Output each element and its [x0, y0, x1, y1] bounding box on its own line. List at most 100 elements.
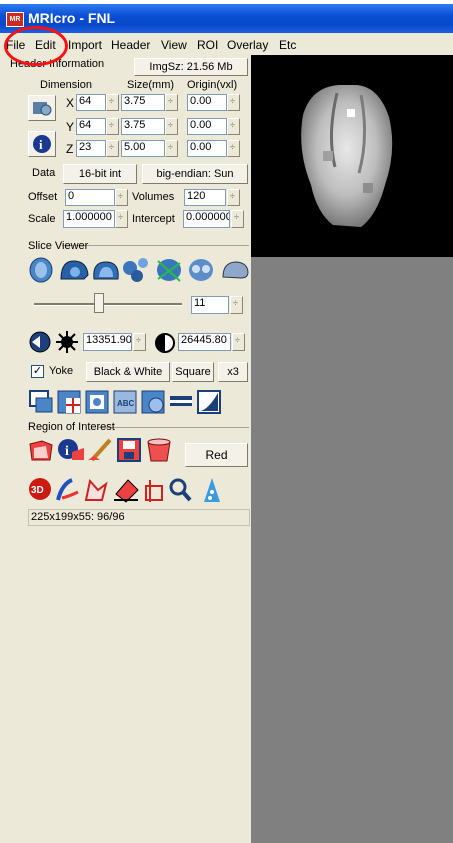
open-header-icon — [33, 102, 52, 116]
min-intensity-input[interactable]: 13351.90 — [83, 333, 132, 351]
render-view-icon[interactable] — [189, 259, 213, 281]
axis-y-label: Y — [66, 120, 75, 134]
offset-spinner[interactable] — [115, 189, 128, 206]
offset-input[interactable]: 0 — [65, 189, 115, 206]
image-background — [251, 257, 453, 843]
roi-label: Region of Interest — [28, 421, 115, 433]
surface-view-icon[interactable] — [222, 261, 249, 279]
size-x-input[interactable]: 3.75 — [121, 94, 165, 111]
intercept-input[interactable]: 0.000000 — [183, 210, 230, 228]
render-3d-icon[interactable]: 3D — [29, 478, 51, 500]
zoom-button[interactable]: x3 — [218, 362, 248, 382]
yoke-checkbox[interactable]: ✓ — [31, 365, 44, 378]
col-origin: Origin(vxl) — [187, 79, 238, 91]
svg-text:3D: 3D — [31, 485, 44, 496]
offset-label: Offset — [28, 191, 58, 203]
roi-draw-tools-row: 3D — [28, 476, 250, 504]
axis-z-label: Z — [66, 142, 74, 156]
roi-delete-icon[interactable] — [147, 438, 171, 462]
roi-pen-icon[interactable] — [88, 438, 112, 462]
render-window-icon[interactable] — [141, 390, 165, 414]
max-intensity-input[interactable]: 26445.80 — [178, 333, 231, 351]
size-x-spinner[interactable] — [165, 94, 178, 111]
navigate-icon[interactable] — [28, 330, 54, 354]
sagittal-view-icon[interactable] — [60, 260, 89, 280]
roi-color-button[interactable]: Red — [185, 443, 248, 467]
origin-y-spinner[interactable] — [227, 118, 240, 135]
origin-z-spinner[interactable] — [227, 140, 240, 157]
open-header-button[interactable] — [28, 95, 56, 121]
zoom-magnifier-icon[interactable] — [169, 478, 192, 502]
menu-import[interactable]: Import — [68, 38, 102, 52]
dim-y-spinner[interactable] — [106, 118, 119, 135]
yoke-label: Yoke — [49, 365, 74, 377]
slice-viewer-divider — [62, 245, 249, 246]
image-viewport[interactable] — [251, 55, 453, 257]
size-z-spinner[interactable] — [165, 140, 178, 157]
coronal-view-icon[interactable] — [93, 261, 119, 280]
roi-rectangle-icon[interactable] — [145, 480, 163, 502]
dim-z-input[interactable]: 23 — [76, 140, 106, 157]
crosshair-tool-icon[interactable] — [57, 390, 81, 414]
roi-info-icon[interactable]: i — [58, 439, 84, 460]
axis-x-label: X — [66, 96, 75, 110]
contrast-icon — [155, 333, 175, 353]
square-button[interactable]: Square — [172, 362, 214, 382]
roi-open-icon[interactable] — [29, 440, 53, 461]
menu-overlay[interactable]: Overlay — [227, 38, 268, 52]
slice-number-input[interactable]: 11 — [191, 296, 229, 314]
data-type-button[interactable]: 16-bit int — [63, 164, 137, 184]
scale-input[interactable]: 1.000000 — [63, 210, 115, 228]
scale-label: Scale — [28, 213, 56, 225]
split-window-icon[interactable] — [85, 390, 109, 414]
scale-spinner[interactable] — [115, 210, 128, 228]
overlay-window-icon[interactable] — [29, 390, 53, 413]
roi-save-icon[interactable] — [117, 438, 141, 462]
crosshair-view-icon[interactable] — [157, 259, 181, 282]
slice-slider-thumb[interactable] — [94, 293, 104, 313]
origin-x-input[interactable]: 0.00 — [187, 94, 227, 111]
volumes-input[interactable]: 120 — [184, 189, 226, 206]
slice-number-spinner[interactable] — [230, 296, 243, 314]
menu-view[interactable]: View — [161, 38, 187, 52]
origin-y-input[interactable]: 0.00 — [187, 118, 227, 135]
intercept-spinner[interactable] — [231, 210, 244, 228]
img-size-button[interactable]: ImgSz: 21.56 Mb — [134, 58, 248, 76]
dim-x-spinner[interactable] — [106, 94, 119, 111]
origin-x-spinner[interactable] — [227, 94, 240, 111]
data-label: Data — [32, 167, 56, 179]
app-logo-icon[interactable]: MR — [6, 12, 24, 27]
status-text: 225x199x55: 96/96 — [31, 511, 125, 523]
axial-view-icon[interactable] — [29, 257, 53, 283]
mosaic-icon[interactable]: ABC — [113, 390, 137, 414]
size-z-input[interactable]: 5.00 — [121, 140, 165, 157]
size-y-input[interactable]: 3.75 — [121, 118, 165, 135]
svg-text:i: i — [39, 137, 43, 152]
size-y-spinner[interactable] — [165, 118, 178, 135]
slice-slider-track[interactable] — [34, 303, 182, 306]
info-icon: i — [33, 135, 51, 153]
dim-z-spinner[interactable] — [106, 140, 119, 157]
menu-header[interactable]: Header — [111, 38, 150, 52]
roi-eraser-icon[interactable] — [114, 479, 139, 503]
min-intensity-spinner[interactable] — [133, 333, 146, 351]
info-button[interactable]: i — [28, 131, 56, 157]
svg-text:i: i — [65, 444, 69, 459]
menu-etc[interactable]: Etc — [279, 38, 296, 52]
endian-button[interactable]: big-endian: Sun — [142, 164, 248, 184]
menu-roi[interactable]: ROI — [197, 38, 218, 52]
histogram-icon[interactable] — [197, 390, 221, 414]
roi-fill-icon[interactable] — [56, 478, 79, 501]
multiplanar-view-icon[interactable] — [123, 258, 148, 282]
max-intensity-spinner[interactable] — [232, 333, 245, 351]
slice-viewer-label: Slice Viewer — [28, 240, 89, 252]
dim-x-input[interactable]: 64 — [76, 94, 106, 111]
roi-freehand-icon[interactable] — [84, 478, 108, 501]
colorbar-icon[interactable] — [170, 396, 192, 406]
volumes-spinner[interactable] — [227, 189, 240, 206]
origin-z-input[interactable]: 0.00 — [187, 140, 227, 157]
color-scheme-button[interactable]: Black & White — [86, 362, 170, 382]
dim-y-input[interactable]: 64 — [76, 118, 106, 135]
display-tools-row: ABC — [28, 388, 250, 416]
threshold-icon[interactable] — [204, 478, 220, 502]
